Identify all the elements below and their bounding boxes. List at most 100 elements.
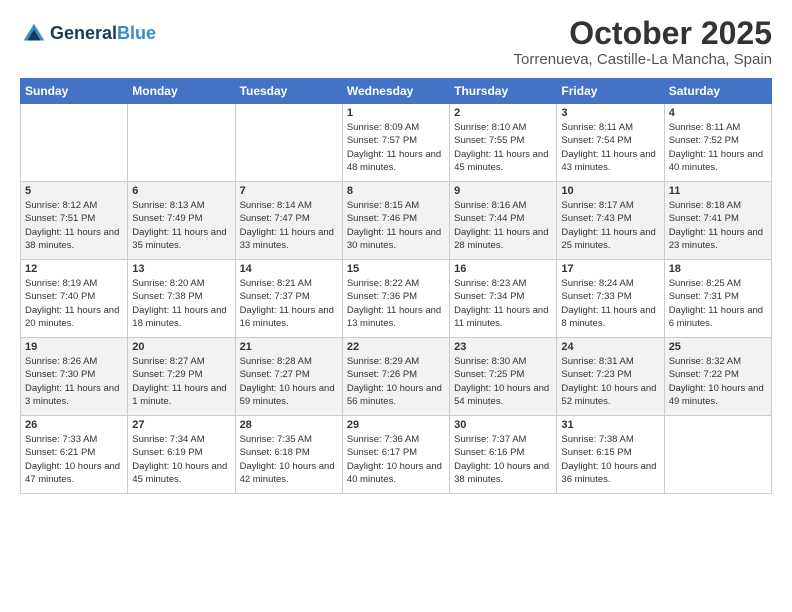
day-cell: 6Sunrise: 8:13 AM Sunset: 7:49 PM Daylig… — [128, 182, 235, 260]
day-number: 29 — [347, 419, 445, 431]
day-cell: 10 Sunrise: 8:17 AM Sunset: 7:43 PM Dayli… — [557, 182, 664, 260]
week-row-4: 19 Sunrise: 8:26 AM Sunset: 7:30 PM Dayli… — [21, 338, 772, 416]
day-number: 2 — [454, 107, 552, 119]
day-number: 3 — [561, 107, 659, 119]
day-number: 14 — [240, 263, 338, 275]
logo-icon — [20, 20, 48, 48]
weekday-header-row: SundayMondayTuesdayWednesdayThursdayFrid… — [21, 79, 772, 104]
day-cell: 2 Sunrise: 8:10 AM Sunset: 7:55 PM Daylig… — [450, 104, 557, 182]
day-cell — [664, 416, 771, 494]
day-cell: 4 Sunrise: 8:11 AM Sunset: 7:52 PM Daylig… — [664, 104, 771, 182]
day-number: 1 — [347, 107, 445, 119]
day-number: 25 — [669, 341, 767, 353]
day-cell: 29 Sunrise: 7:36 AM Sunset: 6:17 PM Dayli… — [342, 416, 449, 494]
day-number: 20 — [132, 341, 230, 353]
day-number: 16 — [454, 263, 552, 275]
day-info: Sunrise: 8:22 AM Sunset: 7:36 PM Dayligh… — [347, 277, 445, 330]
day-number: 12 — [25, 263, 123, 275]
week-row-3: 12 Sunrise: 8:19 AM Sunset: 7:40 PM Dayli… — [21, 260, 772, 338]
day-info: Sunrise: 8:18 AM Sunset: 7:41 PM Dayligh… — [669, 199, 767, 252]
day-cell — [21, 104, 128, 182]
page: GeneralBlue October 2025 Torrenueva, Cas… — [0, 0, 792, 612]
day-cell: 30 Sunrise: 7:37 AM Sunset: 6:16 PM Dayli… — [450, 416, 557, 494]
weekday-header-wednesday: Wednesday — [342, 79, 449, 104]
day-number: 7 — [240, 185, 338, 197]
day-cell: 13 Sunrise: 8:20 AM Sunset: 7:38 PM Dayli… — [128, 260, 235, 338]
weekday-header-thursday: Thursday — [450, 79, 557, 104]
day-number: 10 — [561, 185, 659, 197]
day-info: Sunrise: 7:34 AM Sunset: 6:19 PM Dayligh… — [132, 433, 230, 486]
day-cell: 31 Sunrise: 7:38 AM Sunset: 6:15 PM Dayli… — [557, 416, 664, 494]
day-info: Sunrise: 8:10 AM Sunset: 7:55 PM Dayligh… — [454, 121, 552, 174]
day-cell: 7 Sunrise: 8:14 AM Sunset: 7:47 PM Daylig… — [235, 182, 342, 260]
header-right: October 2025 Torrenueva, Castille-La Man… — [514, 16, 772, 68]
day-number: 18 — [669, 263, 767, 275]
day-number: 31 — [561, 419, 659, 431]
calendar-table: SundayMondayTuesdayWednesdayThursdayFrid… — [20, 78, 772, 494]
day-number: 4 — [669, 107, 767, 119]
day-number: 21 — [240, 341, 338, 353]
day-cell — [235, 104, 342, 182]
day-info: Sunrise: 8:20 AM Sunset: 7:38 PM Dayligh… — [132, 277, 230, 330]
day-info: Sunrise: 8:21 AM Sunset: 7:37 PM Dayligh… — [240, 277, 338, 330]
day-number: 30 — [454, 419, 552, 431]
day-cell: 11 Sunrise: 8:18 AM Sunset: 7:41 PM Dayli… — [664, 182, 771, 260]
day-info: Sunrise: 8:30 AM Sunset: 7:25 PM Dayligh… — [454, 355, 552, 408]
day-info: Sunrise: 7:38 AM Sunset: 6:15 PM Dayligh… — [561, 433, 659, 486]
day-info: Sunrise: 8:15 AM Sunset: 7:46 PM Dayligh… — [347, 199, 445, 252]
day-number: 5 — [25, 185, 123, 197]
day-number: 15 — [347, 263, 445, 275]
day-number: 11 — [669, 185, 767, 197]
day-info: Sunrise: 8:19 AM Sunset: 7:40 PM Dayligh… — [25, 277, 123, 330]
day-cell: 21 Sunrise: 8:28 AM Sunset: 7:27 PM Dayli… — [235, 338, 342, 416]
day-info: Sunrise: 8:26 AM Sunset: 7:30 PM Dayligh… — [25, 355, 123, 408]
day-cell: 23 Sunrise: 8:30 AM Sunset: 7:25 PM Dayli… — [450, 338, 557, 416]
day-cell: 15 Sunrise: 8:22 AM Sunset: 7:36 PM Dayli… — [342, 260, 449, 338]
day-info: Sunrise: 8:11 AM Sunset: 7:54 PM Dayligh… — [561, 121, 659, 174]
day-number: 27 — [132, 419, 230, 431]
day-number: 22 — [347, 341, 445, 353]
day-info: Sunrise: 8:17 AM Sunset: 7:43 PM Dayligh… — [561, 199, 659, 252]
day-info: Sunrise: 7:36 AM Sunset: 6:17 PM Dayligh… — [347, 433, 445, 486]
day-cell — [128, 104, 235, 182]
day-info: Sunrise: 7:37 AM Sunset: 6:16 PM Dayligh… — [454, 433, 552, 486]
week-row-5: 26Sunrise: 7:33 AM Sunset: 6:21 PM Dayli… — [21, 416, 772, 494]
day-cell: 14 Sunrise: 8:21 AM Sunset: 7:37 PM Dayli… — [235, 260, 342, 338]
day-number: 19 — [25, 341, 123, 353]
day-cell: 26Sunrise: 7:33 AM Sunset: 6:21 PM Dayli… — [21, 416, 128, 494]
day-cell: 1 Sunrise: 8:09 AM Sunset: 7:57 PM Daylig… — [342, 104, 449, 182]
weekday-header-sunday: Sunday — [21, 79, 128, 104]
logo: GeneralBlue — [20, 20, 156, 48]
day-info: Sunrise: 8:12 AM Sunset: 7:51 PM Dayligh… — [25, 199, 123, 252]
day-cell: 5 Sunrise: 8:12 AM Sunset: 7:51 PM Daylig… — [21, 182, 128, 260]
week-row-2: 5 Sunrise: 8:12 AM Sunset: 7:51 PM Daylig… — [21, 182, 772, 260]
day-cell: 17Sunrise: 8:24 AM Sunset: 7:33 PM Dayli… — [557, 260, 664, 338]
day-info: Sunrise: 8:27 AM Sunset: 7:29 PM Dayligh… — [132, 355, 230, 408]
day-cell: 16 Sunrise: 8:23 AM Sunset: 7:34 PM Dayli… — [450, 260, 557, 338]
weekday-header-monday: Monday — [128, 79, 235, 104]
day-cell: 25 Sunrise: 8:32 AM Sunset: 7:22 PM Dayli… — [664, 338, 771, 416]
day-info: Sunrise: 8:32 AM Sunset: 7:22 PM Dayligh… — [669, 355, 767, 408]
day-cell: 9Sunrise: 8:16 AM Sunset: 7:44 PM Daylig… — [450, 182, 557, 260]
day-info: Sunrise: 8:28 AM Sunset: 7:27 PM Dayligh… — [240, 355, 338, 408]
day-number: 8 — [347, 185, 445, 197]
day-info: Sunrise: 8:24 AM Sunset: 7:33 PM Dayligh… — [561, 277, 659, 330]
day-info: Sunrise: 8:14 AM Sunset: 7:47 PM Dayligh… — [240, 199, 338, 252]
day-info: Sunrise: 8:16 AM Sunset: 7:44 PM Dayligh… — [454, 199, 552, 252]
day-info: Sunrise: 8:13 AM Sunset: 7:49 PM Dayligh… — [132, 199, 230, 252]
day-cell: 22Sunrise: 8:29 AM Sunset: 7:26 PM Dayli… — [342, 338, 449, 416]
day-info: Sunrise: 8:31 AM Sunset: 7:23 PM Dayligh… — [561, 355, 659, 408]
day-info: Sunrise: 8:11 AM Sunset: 7:52 PM Dayligh… — [669, 121, 767, 174]
day-number: 13 — [132, 263, 230, 275]
day-info: Sunrise: 7:33 AM Sunset: 6:21 PM Dayligh… — [25, 433, 123, 486]
location: Torrenueva, Castille-La Mancha, Spain — [514, 51, 772, 68]
day-cell: 28Sunrise: 7:35 AM Sunset: 6:18 PM Dayli… — [235, 416, 342, 494]
day-info: Sunrise: 8:23 AM Sunset: 7:34 PM Dayligh… — [454, 277, 552, 330]
day-cell: 12 Sunrise: 8:19 AM Sunset: 7:40 PM Dayli… — [21, 260, 128, 338]
weekday-header-friday: Friday — [557, 79, 664, 104]
day-number: 23 — [454, 341, 552, 353]
logo-text-general: GeneralBlue — [50, 24, 156, 44]
day-cell: 18Sunrise: 8:25 AM Sunset: 7:31 PM Dayli… — [664, 260, 771, 338]
day-info: Sunrise: 8:09 AM Sunset: 7:57 PM Dayligh… — [347, 121, 445, 174]
weekday-header-tuesday: Tuesday — [235, 79, 342, 104]
